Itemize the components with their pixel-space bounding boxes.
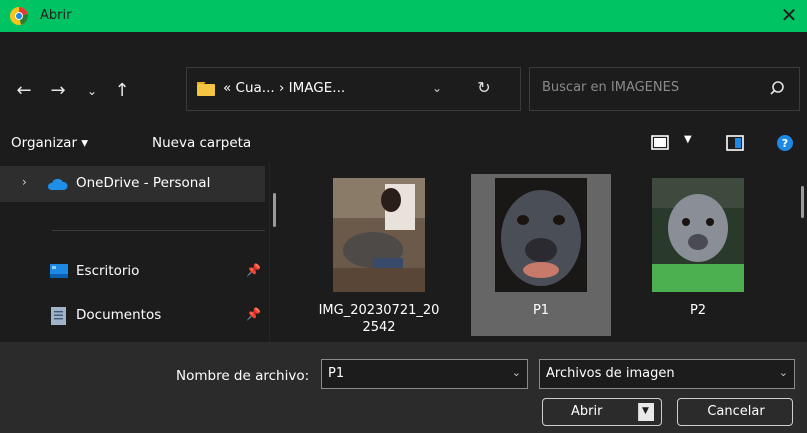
desktop-icon <box>50 264 68 278</box>
new-folder-button[interactable]: Nueva carpeta <box>152 135 251 151</box>
filetype-select[interactable]: Archivos de imagen ⌄ <box>539 359 795 389</box>
svg-text:?: ? <box>782 137 788 150</box>
search-icon[interactable] <box>769 79 789 99</box>
cancel-button-label: Cancelar <box>707 404 765 419</box>
navigation-bar: ← → ⌄ ↑ « Cua... › IMAGE... ⌄ ↻ Buscar e… <box>0 32 807 116</box>
photo-thumbnail-icon <box>333 178 425 292</box>
search-input[interactable]: Buscar en IMAGENES <box>542 80 679 95</box>
title-bar: Abrir ✕ <box>0 0 807 32</box>
search-box[interactable]: Buscar en IMAGENES <box>529 67 800 111</box>
file-item-p1[interactable]: P1 <box>471 174 611 336</box>
cancel-button[interactable]: Cancelar <box>677 398 793 426</box>
pane-divider[interactable] <box>269 162 270 342</box>
help-icon[interactable]: ? <box>776 134 794 152</box>
address-bar[interactable]: « Cua... › IMAGE... ⌄ ↻ <box>186 67 521 111</box>
chevron-down-icon[interactable]: ⌄ <box>512 366 521 379</box>
arrow-left-icon[interactable]: ← <box>12 79 36 103</box>
file-name: P1 <box>532 303 550 318</box>
organize-menu[interactable]: Organizar ▾ <box>11 135 88 151</box>
file-item-p2[interactable]: P2 <box>628 174 768 336</box>
arrow-right-icon[interactable]: → <box>46 79 70 103</box>
folder-icon <box>197 82 215 96</box>
sidebar-item-documentos[interactable]: Documentos 📌 <box>0 301 265 331</box>
content-scrollbar[interactable] <box>801 186 804 218</box>
file-name: IMG_20230721_20 2542 <box>318 303 440 335</box>
photo-thumbnail-icon <box>652 178 744 292</box>
browser-app-icon <box>10 6 29 25</box>
window-title: Abrir <box>40 8 72 23</box>
sidebar-separator <box>52 230 265 231</box>
chevron-down-icon[interactable]: ⌄ <box>779 366 788 379</box>
preview-pane-icon[interactable] <box>726 134 744 152</box>
view-mode-icon[interactable] <box>651 134 669 152</box>
photo-thumbnail-icon <box>495 178 587 292</box>
pin-icon[interactable]: 📌 <box>246 307 261 321</box>
sidebar-item-label: OneDrive - Personal <box>76 175 211 191</box>
sidebar-item-label: Escritorio <box>76 263 140 279</box>
pin-icon[interactable]: 📌 <box>246 263 261 277</box>
filename-label: Nombre de archivo: <box>176 368 310 384</box>
open-button[interactable]: Abrir ▼ <box>542 398 662 426</box>
documents-icon <box>51 307 66 325</box>
address-dropdown-icon[interactable]: ⌄ <box>427 78 447 98</box>
sidebar-item-label: Documentos <box>76 307 162 323</box>
filetype-value[interactable]: Archivos de imagen <box>546 366 675 381</box>
file-item-img[interactable]: IMG_20230721_20 2542 <box>309 174 449 336</box>
toolbar: Organizar ▾ Nueva carpeta ▼ ? <box>0 126 807 162</box>
chevron-down-icon[interactable]: ⌄ <box>80 79 104 103</box>
sidebar-item-onedrive[interactable]: › OneDrive - Personal <box>0 166 265 202</box>
chevron-down-icon: ▼ <box>642 406 649 416</box>
view-dropdown-icon[interactable]: ▼ <box>684 134 692 145</box>
filename-input[interactable]: P1 ⌄ <box>321 359 528 389</box>
cloud-icon <box>47 178 68 190</box>
expand-chevron-icon[interactable]: › <box>22 175 27 189</box>
address-path[interactable]: « Cua... › IMAGE... <box>223 80 345 96</box>
close-icon[interactable]: ✕ <box>777 4 801 28</box>
sidebar-item-escritorio[interactable]: Escritorio 📌 <box>0 257 265 287</box>
file-name: P2 <box>689 303 707 318</box>
arrow-up-icon[interactable]: ↑ <box>110 79 134 103</box>
sidebar-scrollbar[interactable] <box>273 193 276 227</box>
refresh-icon[interactable]: ↻ <box>473 77 495 99</box>
open-split-dropdown[interactable]: ▼ <box>638 403 654 421</box>
filename-value[interactable]: P1 <box>328 366 344 381</box>
open-button-label: Abrir <box>571 404 603 419</box>
